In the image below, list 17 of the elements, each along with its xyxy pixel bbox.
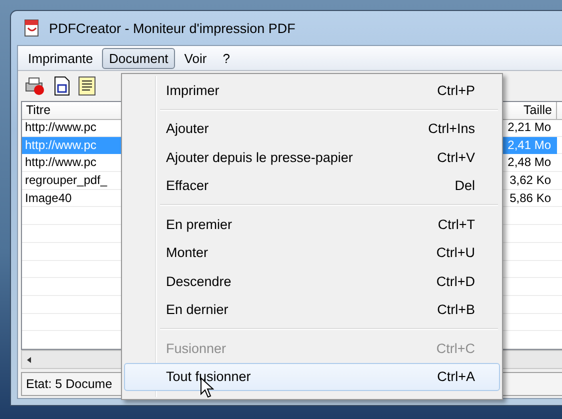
menu-option[interactable]: Imprimer Ctrl+P (124, 76, 500, 104)
printer-icon[interactable] (24, 76, 46, 96)
menu-option[interactable]: Tout fusionner Ctrl+A (124, 362, 500, 391)
menu-option[interactable]: Descendre Ctrl+D (124, 267, 500, 296)
menu-item[interactable]: Document (102, 48, 176, 68)
menu-option[interactable]: En dernier Ctrl+B (124, 296, 500, 324)
menu-option[interactable]: Monter Ctrl+U (124, 238, 500, 267)
menu-option[interactable]: Effacer Del (124, 172, 500, 200)
text-document-icon[interactable] (78, 76, 96, 96)
window-title: PDFCreator - Moniteur d'impression PDF (49, 20, 296, 36)
menu-item[interactable]: ? (216, 48, 237, 68)
menu-option[interactable]: En premier Ctrl+T (124, 210, 500, 238)
menu-item[interactable]: Voir (177, 48, 214, 68)
menu-item[interactable]: Imprimante (21, 48, 100, 68)
pdf-icon (23, 19, 41, 37)
status-text: Etat: 5 Docume (26, 377, 112, 391)
document-icon[interactable] (54, 76, 70, 96)
